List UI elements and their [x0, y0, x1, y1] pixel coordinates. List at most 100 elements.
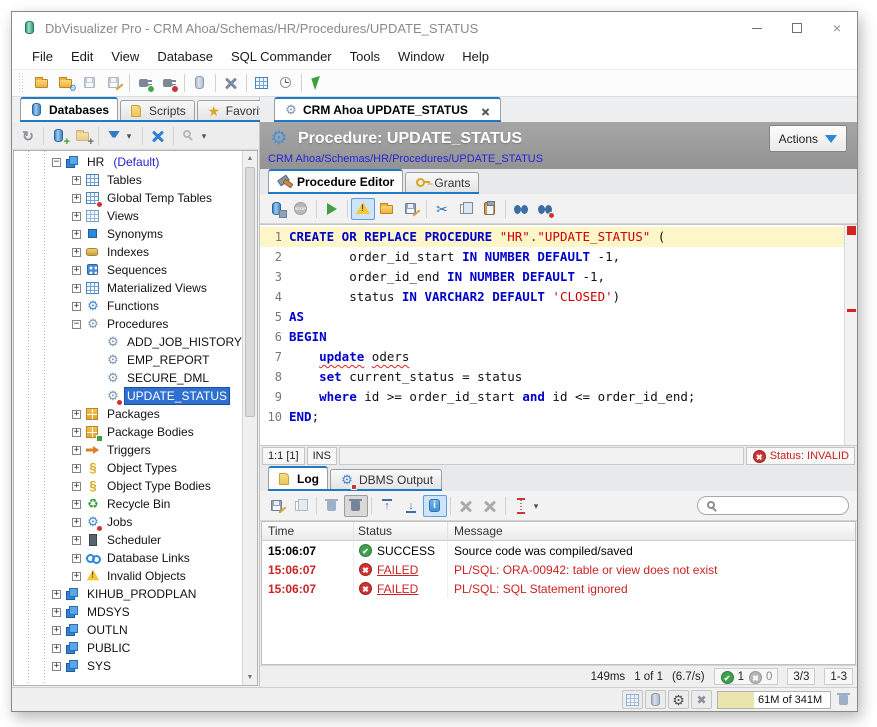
scroll-to-top-button[interactable]: ↑ [375, 495, 399, 517]
scroll-down-arrow[interactable]: ▼ [243, 670, 257, 685]
code-line-1[interactable]: 1CREATE OR REPLACE PROCEDURE "HR"."UPDAT… [260, 227, 844, 247]
tab-scripts[interactable]: Scripts [120, 100, 195, 120]
tree-item-update-status[interactable]: ⚙UPDATE_STATUS [14, 387, 242, 405]
code-line-7[interactable]: 7 update oders [260, 347, 844, 367]
open-settings-button[interactable]: ⚙ [54, 72, 78, 94]
find-button[interactable] [509, 198, 533, 220]
collapse-node-icon[interactable]: − [52, 158, 61, 167]
expand-node-icon[interactable]: + [52, 608, 61, 617]
create-folder-button[interactable]: + [71, 125, 95, 147]
table-grid-status-button[interactable] [622, 690, 643, 709]
clear-status-button[interactable]: ✖ [691, 690, 712, 709]
expand-node-icon[interactable]: + [52, 662, 61, 671]
create-database-connection-button[interactable]: + [47, 125, 71, 147]
stop-button[interactable]: STOP [289, 198, 313, 220]
code-line-6[interactable]: 6BEGIN [260, 327, 844, 347]
tree-scrollbar[interactable]: ▲ ▼ [242, 151, 257, 685]
tab-procedure-editor[interactable]: Procedure Editor [268, 169, 403, 192]
load-from-file-button[interactable] [375, 198, 399, 220]
settings-status-button[interactable]: ⚙ [668, 690, 689, 709]
save-as-button[interactable] [102, 72, 126, 94]
tree-item-object-types[interactable]: +§Object Types [14, 459, 242, 477]
cut-button[interactable]: ✂ [430, 198, 454, 220]
tree-item-hr[interactable]: −HR(Default) [14, 153, 242, 171]
expand-node-icon[interactable]: + [72, 302, 81, 311]
tree-item-public[interactable]: +PUBLIC [14, 639, 242, 657]
save-to-file-button[interactable] [399, 198, 423, 220]
log-search-box[interactable] [697, 496, 849, 515]
menu-help[interactable]: Help [454, 47, 497, 66]
tree-item-mdsys[interactable]: +MDSYS [14, 603, 242, 621]
tree-item-database-links[interactable]: +Database Links [14, 549, 242, 567]
find-replace-button[interactable] [533, 198, 557, 220]
tree-item-add-job-history[interactable]: ⚙ADD_JOB_HISTORY [14, 333, 242, 351]
expand-node-icon[interactable]: + [72, 284, 81, 293]
tree-item-kihub-prodplan[interactable]: +KIHUB_PRODPLAN [14, 585, 242, 603]
log-row[interactable]: 15:06:07✖FAILEDPL/SQL: ORA-00942: table … [262, 560, 855, 579]
search-input[interactable] [724, 500, 841, 512]
tree-item-object-type-bodies[interactable]: +§Object Type Bodies [14, 477, 242, 495]
tab-dbms-output[interactable]: ⚙DBMS Output [330, 469, 442, 489]
tree-item-emp-report[interactable]: ⚙EMP_REPORT [14, 351, 242, 369]
tree-item-recycle-bin[interactable]: +♻Recycle Bin [14, 495, 242, 513]
tree-item-synonyms[interactable]: +Synonyms [14, 225, 242, 243]
compile-warnings-button[interactable] [351, 198, 375, 220]
tree-item-triggers[interactable]: +Triggers [14, 441, 242, 459]
memory-gauge[interactable]: 61M of 341M [717, 691, 831, 709]
connect-button[interactable] [133, 72, 157, 94]
column-header-message[interactable]: Message [448, 522, 855, 540]
save-button[interactable] [78, 72, 102, 94]
tool-properties-button[interactable] [219, 72, 243, 94]
export-log-button[interactable] [265, 495, 289, 517]
expand-node-icon[interactable]: + [72, 518, 81, 527]
tree-item-indexes[interactable]: +Indexes [14, 243, 242, 261]
disconnect-button[interactable] [157, 72, 181, 94]
expand-node-icon[interactable]: + [72, 482, 81, 491]
column-header-status[interactable]: Status [354, 522, 448, 540]
tree-item-secure-dml[interactable]: ⚙SECURE_DML [14, 369, 242, 387]
open-file-button[interactable] [30, 72, 54, 94]
tab-crm-ahoa-update-status[interactable]: ⚙CRM Ahoa UPDATE_STATUS [274, 97, 501, 120]
expand-node-icon[interactable]: + [72, 248, 81, 257]
menu-window[interactable]: Window [390, 47, 452, 66]
tree-item-outln[interactable]: +OUTLN [14, 621, 242, 639]
tree-item-jobs[interactable]: +⚙Jobs [14, 513, 242, 531]
tree-item-tables[interactable]: +Tables [14, 171, 242, 189]
expand-node-icon[interactable]: + [72, 194, 81, 203]
tree-item-global-temp-tables[interactable]: +Global Temp Tables [14, 189, 242, 207]
task-scheduler-button[interactable] [274, 72, 298, 94]
code-line-2[interactable]: 2 order_id_start IN NUMBER DEFAULT -1, [260, 247, 844, 267]
error-marker-line7[interactable] [847, 309, 856, 312]
show-info-button[interactable]: i [423, 495, 447, 517]
refresh-button[interactable]: ↻ [16, 125, 40, 147]
data-monitor-button[interactable] [250, 72, 274, 94]
code-line-3[interactable]: 3 order_id_end IN NUMBER DEFAULT -1, [260, 267, 844, 287]
log-row[interactable]: 15:06:07✖FAILEDPL/SQL: SQL Statement ign… [262, 579, 855, 598]
expand-node-icon[interactable]: + [72, 230, 81, 239]
scrollbar-thumb[interactable] [245, 167, 255, 417]
close-icon[interactable] [478, 103, 492, 117]
tree-item-views[interactable]: +Views [14, 207, 242, 225]
clear-log-on-execute-button[interactable] [344, 495, 368, 517]
collapse-all-button[interactable] [146, 125, 170, 147]
caret-down-button[interactable]: ▾ [201, 125, 214, 147]
tree-item-invalid-objects[interactable]: +Invalid Objects [14, 567, 242, 585]
log-row[interactable]: 15:06:07✔SUCCESSSource code was compiled… [262, 541, 855, 560]
expand-node-icon[interactable]: + [72, 554, 81, 563]
menu-database[interactable]: Database [149, 47, 221, 66]
tree-item-sys[interactable]: +SYS [14, 657, 242, 675]
expand-node-icon[interactable]: + [72, 266, 81, 275]
clear-log-button[interactable] [320, 495, 344, 517]
menu-edit[interactable]: Edit [63, 47, 101, 66]
scroll-to-bottom-button[interactable]: ↓ [399, 495, 423, 517]
sql-code[interactable]: 1CREATE OR REPLACE PROCEDURE "HR"."UPDAT… [260, 225, 844, 445]
code-line-4[interactable]: 4 status IN VARCHAR2 DEFAULT 'CLOSED') [260, 287, 844, 307]
expand-node-icon[interactable]: + [72, 176, 81, 185]
expand-node-icon[interactable]: + [72, 464, 81, 473]
connections-status-button[interactable] [645, 690, 666, 709]
expand-node-icon[interactable]: + [72, 500, 81, 509]
expand-rows-button[interactable] [454, 495, 478, 517]
driver-manager-button[interactable] [305, 72, 329, 94]
toolbar-grip[interactable] [18, 73, 25, 93]
tree-item-packages[interactable]: +Packages [14, 405, 242, 423]
